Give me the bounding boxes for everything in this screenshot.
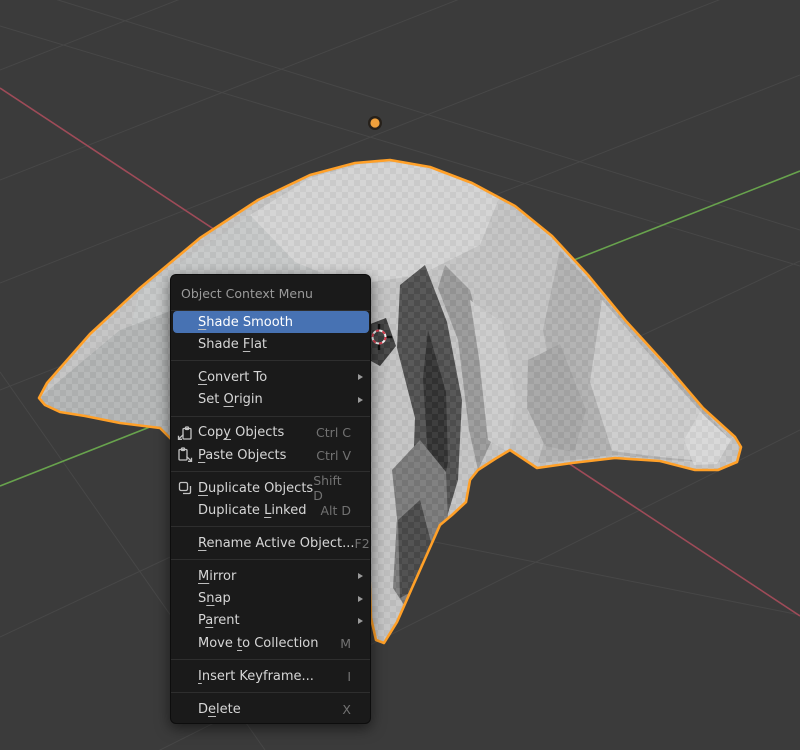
menu-item-shortcut: Ctrl V xyxy=(316,447,351,463)
menu-item-paste-objects[interactable]: Paste Objects Ctrl V xyxy=(171,444,370,466)
menu-item-duplicate-objects[interactable]: Duplicate Objects Shift D xyxy=(171,473,370,503)
menu-item-label: Rename Active Object... xyxy=(198,535,355,551)
menu-item-shortcut: I xyxy=(347,668,351,684)
menu-item-parent[interactable]: Parent xyxy=(171,610,370,632)
menu-item-label: Shade Smooth xyxy=(198,314,294,330)
menu-item-label: Paste Objects xyxy=(198,447,287,463)
duplicate-icon xyxy=(177,480,193,496)
menu-separator xyxy=(171,555,370,566)
menu-item-mirror[interactable]: Mirror xyxy=(171,565,370,587)
menu-item-label: Set Origin xyxy=(198,392,263,408)
paste-icon xyxy=(177,447,193,463)
menu-separator xyxy=(171,522,370,533)
menu-item-shortcut: X xyxy=(342,701,351,717)
menu-item-label: Delete xyxy=(198,701,241,717)
menu-item-label: Mirror xyxy=(198,568,237,584)
menu-item-label: Insert Keyframe... xyxy=(198,668,314,684)
menu-item-label: Convert To xyxy=(198,369,268,385)
menu-item-snap[interactable]: Snap xyxy=(171,587,370,609)
menu-item-move-to-collection[interactable]: Move to Collection M xyxy=(171,632,370,654)
menu-item-label: Copy Objects xyxy=(198,425,285,441)
menu-item-shortcut: F2 xyxy=(354,535,370,551)
menu-item-delete[interactable]: Delete X xyxy=(171,698,370,720)
menu-item-label: Snap xyxy=(198,591,231,607)
menu-item-copy-objects[interactable]: Copy Objects Ctrl C xyxy=(171,422,370,444)
menu-item-shade-flat[interactable]: Shade Flat xyxy=(171,333,370,355)
menu-item-label: Parent xyxy=(198,613,240,629)
menu-item-shortcut: Ctrl C xyxy=(316,425,351,441)
menu-item-set-origin[interactable]: Set Origin xyxy=(171,389,370,411)
menu-item-insert-keyframe[interactable]: Insert Keyframe... I xyxy=(171,665,370,687)
menu-separator xyxy=(171,356,370,367)
light-origin-dot[interactable] xyxy=(368,116,382,130)
object-context-menu: Object Context Menu Shade Smooth Shade Fl… xyxy=(170,274,371,725)
menu-item-label: Move to Collection xyxy=(198,635,319,651)
menu-item-label: Duplicate Objects xyxy=(198,480,314,496)
menu-item-label: Shade Flat xyxy=(198,337,268,353)
menu-item-duplicate-linked[interactable]: Duplicate Linked Alt D xyxy=(171,499,370,521)
viewport-3d[interactable] xyxy=(0,0,800,750)
menu-separator xyxy=(171,687,370,698)
submenu-arrow-icon xyxy=(358,595,363,602)
menu-item-shortcut: M xyxy=(340,635,351,651)
submenu-arrow-icon xyxy=(358,374,363,381)
menu-item-rename-active-object[interactable]: Rename Active Object... F2 xyxy=(171,532,370,554)
menu-separator xyxy=(171,655,370,666)
menu-separator xyxy=(171,411,370,422)
context-menu-title: Object Context Menu xyxy=(171,278,370,311)
submenu-arrow-icon xyxy=(358,573,363,580)
menu-item-shortcut: Alt D xyxy=(320,502,351,518)
menu-item-shade-smooth[interactable]: Shade Smooth xyxy=(172,311,369,334)
submenu-arrow-icon xyxy=(358,396,363,403)
menu-item-convert-to[interactable]: Convert To xyxy=(171,366,370,388)
menu-item-label: Duplicate Linked xyxy=(198,502,307,518)
copy-icon xyxy=(177,425,193,441)
submenu-arrow-icon xyxy=(358,617,363,624)
